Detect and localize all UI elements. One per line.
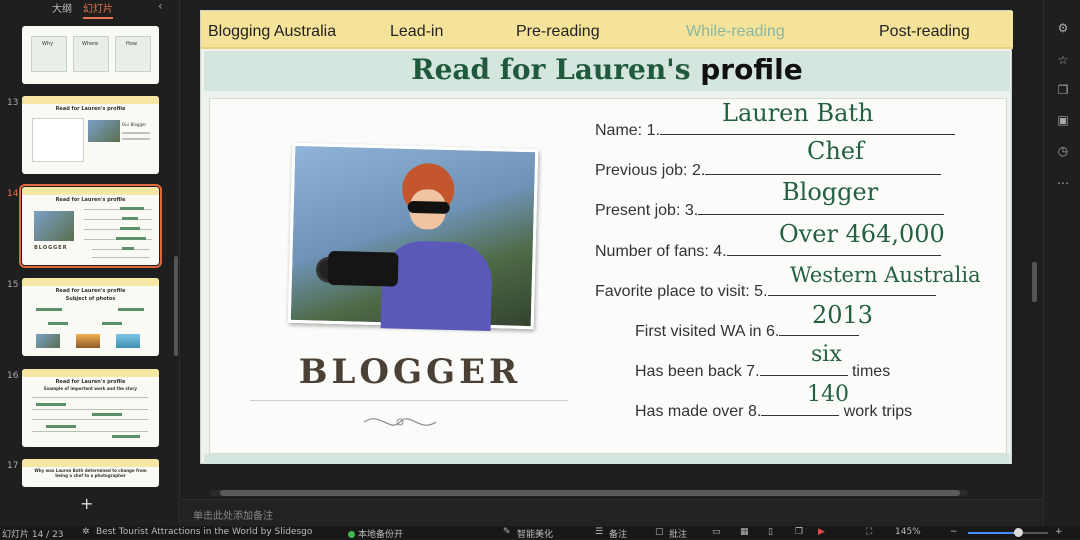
nav-pre-reading[interactable]: Pre-reading xyxy=(516,23,600,41)
nav-lead-in[interactable]: Lead-in xyxy=(390,23,443,41)
slide-thumbnail[interactable]: Read for Lauren's profile Our Blogger xyxy=(22,96,159,174)
slide-thumbnail[interactable]: Why was Lauren Bath determined to change… xyxy=(22,459,159,487)
thumb-title: Why was Lauren Bath determined to change… xyxy=(34,468,147,478)
field-work-trips: Has made over 8. work trips xyxy=(635,403,913,420)
add-slide-button[interactable]: + xyxy=(80,494,93,513)
answer-has-been-back: six xyxy=(811,342,842,367)
theme-icon: ✲ xyxy=(82,527,90,537)
nav-post-reading[interactable]: Post-reading xyxy=(879,23,970,41)
slide-number: 15 xyxy=(7,280,19,290)
thumb-title: Read for Lauren's profile xyxy=(55,197,126,203)
theme-name[interactable]: Best Tourist Attractions in the World by… xyxy=(96,527,312,537)
smart-icon: ✎ xyxy=(503,527,511,537)
slide-thumbnail[interactable]: Why Where How xyxy=(22,26,159,84)
notes-placeholder[interactable]: 单击此处添加备注 xyxy=(193,507,273,522)
blogger-photo xyxy=(287,142,539,332)
field-present-job: Present job: 3. xyxy=(595,201,945,220)
title-part1: Read for Lauren's xyxy=(411,53,701,86)
panel-tabs: 大纲 幻灯片 ‹ xyxy=(0,0,180,19)
answer-favorite-place: Western Australia xyxy=(790,263,981,287)
zoom-out-icon[interactable]: − xyxy=(950,527,958,537)
slide-title: Read for Lauren's profile xyxy=(204,53,1010,86)
field-previous-job: Previous job: 2. xyxy=(595,161,942,180)
slide-counter: 幻灯片 14 / 23 xyxy=(2,530,64,540)
slide-thumbnail[interactable]: Read for Lauren's profile Example of imp… xyxy=(22,369,159,447)
zoom-level[interactable]: 145% xyxy=(895,527,921,537)
vertical-scrollbar[interactable] xyxy=(1032,262,1037,302)
slide-number: 17 xyxy=(7,461,19,471)
title-part2: profile xyxy=(700,53,803,86)
zoom-slider[interactable] xyxy=(968,528,1048,537)
tab-outline[interactable]: 大纲 xyxy=(52,0,72,15)
slide-number: 16 xyxy=(7,371,19,381)
divider xyxy=(250,400,568,401)
answer-first-visited: 2013 xyxy=(812,301,874,329)
settings-sliders-icon[interactable]: ⚙ xyxy=(1055,20,1071,36)
right-toolbar: ⚙ ☆ ❐ ▣ ◷ ⋯ xyxy=(1043,0,1080,526)
field-has-been-back: Has been back 7. times xyxy=(635,363,891,380)
reading-view-icon[interactable]: ▯ xyxy=(768,527,773,537)
slide-thumbnail[interactable]: Read for Lauren's profile Subject of pho… xyxy=(22,278,159,356)
thumb-label: Subject of photos xyxy=(65,296,116,302)
answer-previous-job: Chef xyxy=(807,137,864,165)
scrollbar-thumb[interactable] xyxy=(220,490,960,496)
play-icon[interactable]: ▶ xyxy=(818,527,825,537)
answer-number-of-fans: Over 464,000 xyxy=(779,220,945,248)
image-icon[interactable]: ▣ xyxy=(1055,112,1071,128)
slide-thumbnail-active[interactable]: Read for Lauren's profile BLOGGER xyxy=(19,184,162,268)
panel-scrollbar[interactable] xyxy=(174,256,178,356)
thumb-label: BLOGGER xyxy=(34,245,68,251)
history-icon[interactable]: ◷ xyxy=(1055,143,1071,159)
thumb-label: Our Blogger xyxy=(122,122,147,127)
current-slide[interactable]: Blogging Australia Lead-in Pre-reading W… xyxy=(200,10,1013,464)
notes-pane[interactable]: 单击此处添加备注 xyxy=(181,499,1043,526)
smart-beautify-button[interactable]: 智能美化 xyxy=(517,527,553,540)
grid-view-icon[interactable]: ▦ xyxy=(740,527,749,537)
thumb-label: Example of important work and the story xyxy=(43,386,138,391)
nav-while-reading[interactable]: While-reading xyxy=(686,23,785,41)
flourish-ornament-icon xyxy=(363,418,437,426)
notes-button[interactable]: 备注 xyxy=(609,527,627,540)
horizontal-scrollbar[interactable] xyxy=(210,490,968,496)
backup-status[interactable]: 本地备份开 xyxy=(348,527,403,540)
thumb-label: Where xyxy=(82,41,99,47)
collapse-panel-icon[interactable]: ‹ xyxy=(158,0,163,13)
thumb-label: Why xyxy=(42,41,54,47)
blogger-heading: BLOGGER xyxy=(298,352,522,392)
thumb-label: How xyxy=(126,41,137,47)
bottom-band xyxy=(204,454,1010,464)
nav-blogging-australia[interactable]: Blogging Australia xyxy=(208,23,336,41)
slide-number: 14 xyxy=(7,189,19,199)
slide-nav-bar: Blogging Australia Lead-in Pre-reading W… xyxy=(201,11,1013,49)
status-bar: 幻灯片 14 / 23 ✲ Best Tourist Attractions i… xyxy=(0,526,1080,540)
backup-dot-icon xyxy=(348,531,355,538)
copy-view-icon[interactable]: ❐ xyxy=(795,527,803,537)
thumb-title: Read for Lauren's profile xyxy=(55,288,126,294)
answer-work-trips: 140 xyxy=(807,382,849,407)
fit-screen-icon[interactable]: ⛶ xyxy=(866,527,872,537)
comment-icon: ▢ xyxy=(655,527,664,537)
zoom-in-icon[interactable]: + xyxy=(1055,527,1063,537)
tab-slides[interactable]: 幻灯片 xyxy=(83,0,113,19)
thumb-title: Read for Lauren's profile xyxy=(55,379,126,385)
notes-icon: ☰ xyxy=(595,527,604,537)
title-band: Read for Lauren's profile xyxy=(204,51,1010,91)
slides-panel: 大纲 幻灯片 ‹ Why Where How 13 Read for Laure… xyxy=(0,0,180,526)
thumb-title: Read for Lauren's profile xyxy=(55,106,126,112)
profile-card: BLOGGER Name: 1. Lauren Bath Previous jo… xyxy=(209,98,1007,454)
zoom-knob[interactable] xyxy=(1013,528,1023,537)
slide-number: 13 xyxy=(7,98,19,108)
slide-canvas: Blogging Australia Lead-in Pre-reading W… xyxy=(181,0,1043,498)
normal-view-icon[interactable]: ▭ xyxy=(712,527,721,537)
copy-icon[interactable]: ❐ xyxy=(1055,82,1071,98)
more-icon[interactable]: ⋯ xyxy=(1055,175,1071,191)
answer-present-job: Blogger xyxy=(782,178,879,206)
comment-button[interactable]: 批注 xyxy=(669,527,687,540)
zoom-fill xyxy=(968,532,1018,534)
star-icon[interactable]: ☆ xyxy=(1055,52,1071,68)
answer-name: Lauren Bath xyxy=(722,99,874,127)
